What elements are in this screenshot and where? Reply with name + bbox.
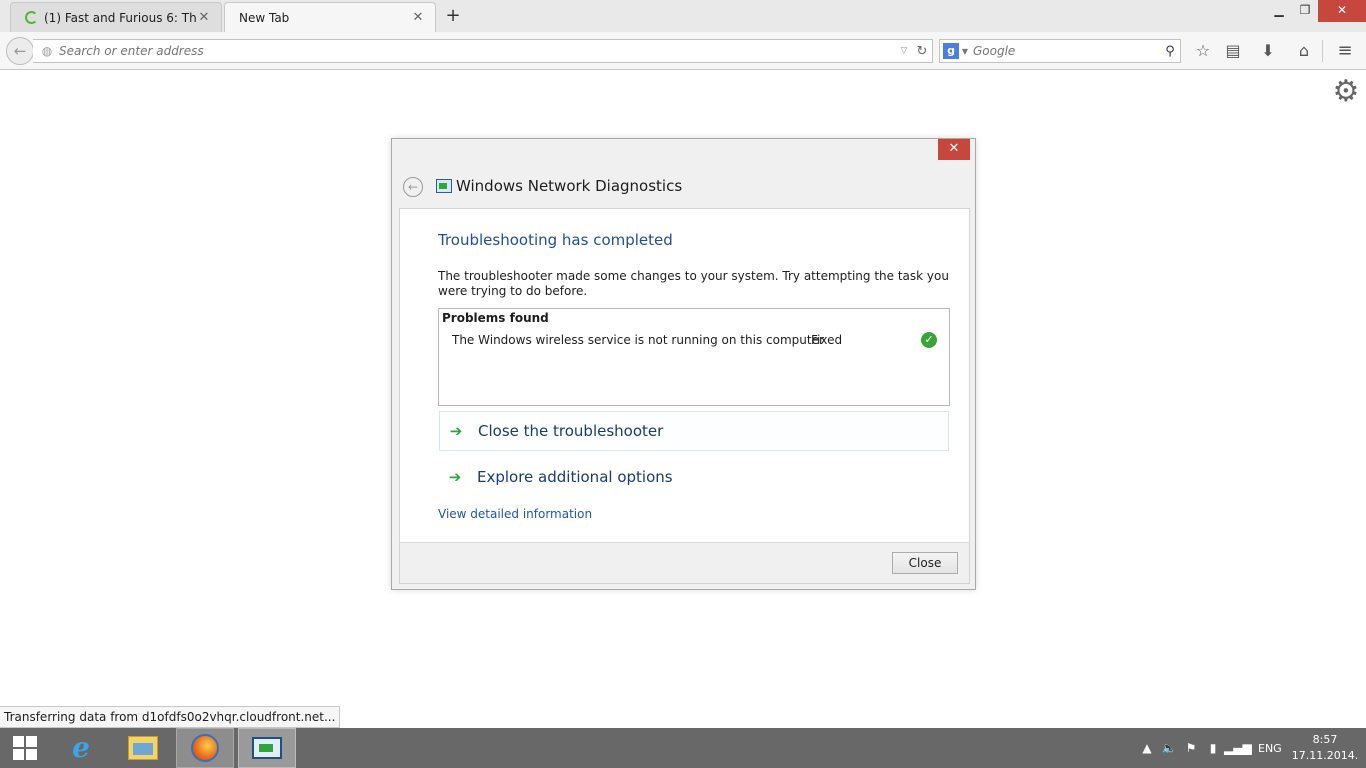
dialog-footer: Close: [399, 542, 970, 584]
input-language[interactable]: ENG: [1258, 742, 1282, 755]
green-arrow-icon: ➔: [449, 422, 463, 440]
tab-title: New Tab: [239, 10, 290, 25]
history-dropdown-icon[interactable]: ▽: [896, 46, 912, 56]
volume-icon[interactable]: 🔈: [1158, 741, 1180, 755]
explore-options-link[interactable]: ➔ Explore additional options: [439, 457, 949, 497]
downloads-icon[interactable]: ⬇: [1255, 40, 1281, 62]
command-label: Close the troubleshooter: [478, 422, 664, 440]
hamburger-menu-icon[interactable]: ≡: [1332, 40, 1358, 62]
tab-fast-and-furious[interactable]: (1) Fast and Furious 6: The ... ✕: [10, 2, 222, 32]
browser-navigation-bar: ← ◍ ▽ ↻ g ▼ ⚲ ☆ ▤ ⬇ ⌂ ≡: [0, 32, 1366, 70]
bookmark-star-icon[interactable]: ☆: [1190, 40, 1216, 62]
troubleshooting-heading: Troubleshooting has completed: [438, 231, 673, 249]
view-detailed-information-link[interactable]: View detailed information: [438, 507, 592, 521]
problem-description: The Windows wireless service is not runn…: [452, 333, 824, 347]
url-input[interactable]: [59, 44, 896, 58]
gear-icon[interactable]: ⚙: [1330, 76, 1362, 108]
taskbar-file-explorer[interactable]: [114, 728, 172, 768]
problems-found-list: Problems found The Windows wireless serv…: [438, 308, 950, 406]
tab-title: (1) Fast and Furious 6: The ...: [44, 10, 197, 25]
action-center-flag-icon[interactable]: ⚑: [1180, 741, 1202, 755]
globe-icon: ◍: [41, 44, 53, 58]
new-tab-button[interactable]: +: [444, 6, 462, 26]
search-input[interactable]: [973, 44, 1160, 58]
url-bar[interactable]: ◍ ▽ ↻: [33, 39, 933, 63]
engine-dropdown-icon[interactable]: ▼: [959, 47, 971, 56]
problem-row: The Windows wireless service is not runn…: [452, 332, 940, 351]
close-button[interactable]: Close: [892, 552, 958, 574]
back-arrow-icon[interactable]: ←: [6, 37, 34, 65]
system-tray: ▲ 🔈 ⚑ ▮ ▂▄▆ ENG: [1136, 728, 1282, 768]
windows-taskbar: e ▲ 🔈 ⚑ ▮ ▂▄▆ ENG 8:57 17.11.2014.: [0, 728, 1366, 768]
clock[interactable]: 8:57 17.11.2014.: [1290, 732, 1360, 764]
search-bar[interactable]: g ▼ ⚲: [939, 39, 1181, 63]
dialog-title: Windows Network Diagnostics: [456, 177, 683, 195]
dialog-back-arrow-icon[interactable]: ←: [403, 177, 423, 197]
status-text: Transferring data from d1ofdfs0o2vhqr.cl…: [0, 706, 341, 728]
problems-found-header: Problems found: [442, 311, 549, 325]
problem-status: Fixed: [811, 333, 843, 347]
window-restore-button[interactable]: ❐: [1290, 0, 1320, 22]
tab-new-tab[interactable]: New Tab ✕: [224, 2, 436, 32]
network-diagnostics-icon: [252, 737, 282, 759]
loading-spinner-icon: [25, 11, 38, 24]
dialog-body: Troubleshooting has completed The troubl…: [399, 208, 970, 543]
firefox-icon: [191, 734, 219, 762]
toolbar-separator: [1322, 40, 1323, 62]
taskbar-internet-explorer[interactable]: e: [52, 728, 110, 768]
close-troubleshooter-link[interactable]: ➔ Close the troubleshooter: [439, 411, 949, 451]
clock-date: 17.11.2014.: [1291, 749, 1359, 762]
internet-explorer-icon: e: [72, 731, 90, 764]
dialog-close-x-button[interactable]: ✕: [938, 139, 970, 160]
google-icon[interactable]: g: [943, 43, 959, 59]
windows-logo-icon: [13, 736, 37, 760]
window-close-button[interactable]: ✕: [1318, 0, 1366, 22]
network-signal-icon[interactable]: ▂▄▆: [1224, 741, 1252, 755]
troubleshooting-description: The troubleshooter made some changes to …: [438, 269, 949, 298]
reload-icon[interactable]: ↻: [912, 44, 932, 59]
browser-tab-strip: (1) Fast and Furious 6: The ... ✕ New Ta…: [0, 0, 1366, 32]
green-arrow-icon: ➔: [448, 468, 462, 486]
command-label: Explore additional options: [477, 468, 673, 486]
clock-time: 8:57: [1312, 733, 1338, 746]
folder-icon: [128, 736, 158, 760]
taskbar-network-diagnostics[interactable]: [238, 728, 296, 768]
tab-close-icon[interactable]: ✕: [411, 10, 425, 25]
show-hidden-icons-icon[interactable]: ▲: [1136, 741, 1158, 755]
home-icon[interactable]: ⌂: [1291, 40, 1317, 62]
taskbar-firefox[interactable]: [176, 728, 234, 768]
start-button[interactable]: [0, 728, 50, 768]
checkmark-icon: ✓: [921, 332, 937, 348]
bookmarks-list-icon[interactable]: ▤: [1220, 40, 1246, 62]
tab-close-icon[interactable]: ✕: [197, 10, 211, 25]
network-diagnostics-dialog: ✕ ← Windows Network Diagnostics Troubles…: [391, 138, 976, 590]
power-icon[interactable]: ▮: [1202, 741, 1224, 755]
network-diagnostics-icon: [436, 179, 452, 193]
search-icon[interactable]: ⚲: [1160, 44, 1180, 59]
